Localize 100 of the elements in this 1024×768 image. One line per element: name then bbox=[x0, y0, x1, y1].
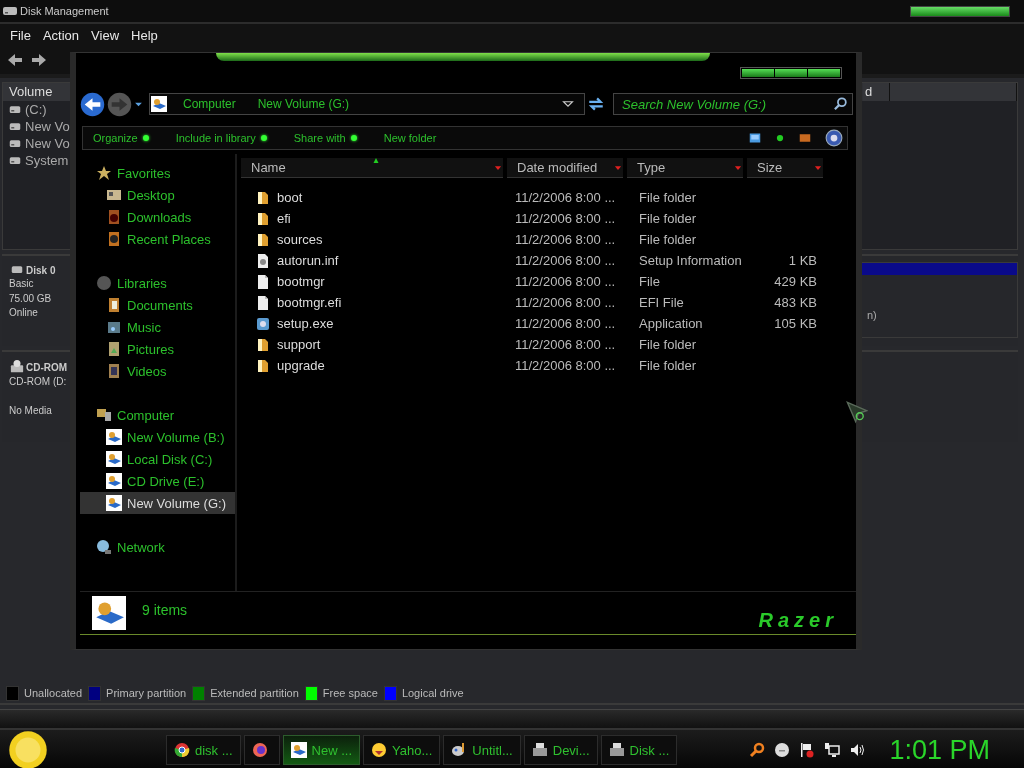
nav-item[interactable]: Videos bbox=[80, 360, 235, 382]
sort-arrow-icon bbox=[372, 158, 380, 163]
refresh-icon[interactable] bbox=[587, 95, 605, 113]
command-button[interactable]: Organize bbox=[93, 132, 149, 144]
column-header[interactable]: Name bbox=[241, 158, 503, 178]
file-name[interactable]: support bbox=[277, 337, 321, 352]
maximize-button[interactable] bbox=[775, 69, 807, 77]
forward-arrow-icon[interactable] bbox=[30, 52, 48, 68]
dropdown-icon[interactable] bbox=[562, 98, 574, 110]
drive-icon bbox=[106, 473, 122, 489]
back-arrow-icon[interactable] bbox=[6, 52, 24, 68]
nav-item[interactable]: Desktop bbox=[80, 184, 235, 206]
nav-item[interactable]: Computer bbox=[80, 404, 235, 426]
emoticon-icon[interactable] bbox=[774, 742, 791, 758]
logo: Razer bbox=[758, 609, 838, 632]
disk-drive-icon bbox=[9, 264, 25, 276]
search-icon[interactable] bbox=[834, 97, 848, 111]
taskbar-button[interactable] bbox=[243, 735, 280, 765]
command-button[interactable]: Share with bbox=[293, 132, 357, 144]
nav-item[interactable]: CD Drive (E:) bbox=[80, 470, 235, 492]
nav-item[interactable]: Documents bbox=[80, 294, 235, 316]
search-field[interactable]: Search New Volume (G:) bbox=[613, 93, 853, 115]
close-button[interactable] bbox=[808, 69, 840, 77]
computer-icon bbox=[96, 407, 112, 423]
file-name[interactable]: boot bbox=[277, 190, 303, 205]
search-icon[interactable] bbox=[749, 742, 766, 758]
type-cell: File bbox=[639, 274, 660, 289]
network-icon bbox=[96, 539, 112, 555]
disk-status: No Media bbox=[9, 404, 53, 418]
folder-icon bbox=[255, 336, 271, 353]
date-cell: 11/2/2006 8:00 ... bbox=[515, 211, 616, 226]
file-name[interactable]: upgrade bbox=[277, 358, 325, 373]
volume-name: New Vo bbox=[25, 119, 70, 134]
taskbar-button[interactable]: Disk ... bbox=[600, 735, 678, 765]
nav-item[interactable]: Pictures bbox=[80, 338, 235, 360]
date-cell: 11/2/2006 8:00 ... bbox=[515, 295, 616, 310]
column-header[interactable]: Size bbox=[747, 158, 823, 178]
nav-item[interactable]: Music bbox=[80, 316, 235, 338]
column-header[interactable]: Type bbox=[627, 158, 743, 178]
type-cell: File folder bbox=[639, 337, 697, 352]
taskbar-button[interactable]: Untitl... bbox=[443, 735, 521, 765]
browser-icon bbox=[174, 742, 190, 758]
nav-item[interactable]: Favorites bbox=[80, 162, 235, 184]
help-icon[interactable] bbox=[825, 129, 843, 147]
nav-item[interactable]: Network bbox=[80, 536, 235, 558]
date-cell: 11/2/2006 8:00 ... bbox=[515, 337, 616, 352]
nav-item[interactable]: Downloads bbox=[80, 206, 235, 228]
command-button[interactable]: New folder bbox=[383, 132, 437, 144]
preview-pane-icon[interactable] bbox=[797, 132, 813, 144]
view-icon[interactable] bbox=[747, 132, 763, 144]
drive-icon bbox=[7, 120, 23, 133]
date-cell: 11/2/2006 8:00 ... bbox=[515, 274, 616, 289]
item-count: 9 items bbox=[142, 602, 188, 618]
date-cell: 11/2/2006 8:00 ... bbox=[515, 253, 616, 268]
disk-size: 75.00 GB bbox=[9, 291, 53, 306]
legend-label: Logical drive bbox=[401, 687, 464, 699]
fox-browser-icon bbox=[251, 742, 268, 758]
taskbar-button[interactable]: Yaho... bbox=[363, 735, 441, 765]
nav-item[interactable]: Libraries bbox=[80, 272, 235, 294]
back-button-icon[interactable] bbox=[80, 91, 105, 117]
speaker-icon[interactable] bbox=[849, 742, 866, 758]
drive-icon bbox=[290, 742, 307, 758]
clock[interactable]: 1:01 PM bbox=[889, 734, 990, 766]
nav-item[interactable]: Recent Places bbox=[80, 228, 235, 250]
file-name[interactable]: sources bbox=[277, 232, 323, 247]
column-header[interactable]: Volume bbox=[3, 83, 72, 101]
window-controls[interactable] bbox=[910, 5, 1010, 17]
type-cell: File folder bbox=[639, 232, 697, 247]
taskbar-button[interactable]: New ... bbox=[282, 735, 361, 765]
menu-item[interactable]: File bbox=[4, 27, 37, 43]
menu-item[interactable]: View bbox=[85, 27, 126, 43]
folder-icon bbox=[255, 231, 271, 248]
settings-file-icon bbox=[255, 252, 271, 269]
nav-item[interactable]: New Volume (G:) bbox=[80, 492, 235, 514]
file-name[interactable]: autorun.inf bbox=[277, 253, 339, 268]
flag-icon[interactable] bbox=[799, 742, 816, 758]
breadcrumb-item[interactable]: New Volume (G:) bbox=[257, 97, 350, 111]
file-name[interactable]: bootmgr bbox=[277, 274, 325, 289]
taskbar-button[interactable]: Devi... bbox=[523, 735, 598, 765]
drive-icon bbox=[7, 154, 23, 167]
disk-type: CD-ROM (D: bbox=[9, 375, 68, 389]
command-button[interactable]: Include in library bbox=[175, 132, 267, 144]
minimize-button[interactable] bbox=[742, 69, 774, 77]
column-header[interactable]: Date modified bbox=[507, 158, 623, 178]
menu-dot-icon[interactable] bbox=[775, 133, 785, 143]
file-name[interactable]: bootmgr.efi bbox=[277, 295, 342, 310]
start-orb-icon[interactable] bbox=[8, 730, 48, 768]
music-icon bbox=[106, 319, 122, 335]
network-icon[interactable] bbox=[824, 742, 841, 758]
file-name[interactable]: efi bbox=[277, 211, 291, 226]
address-bar[interactable]: Computer New Volume (G:) bbox=[149, 93, 585, 115]
file-name[interactable]: setup.exe bbox=[277, 316, 334, 331]
menu-item[interactable]: Action bbox=[36, 27, 86, 43]
breadcrumb-item[interactable]: Computer bbox=[183, 97, 236, 111]
drive-icon bbox=[106, 451, 122, 467]
menu-item[interactable]: Help bbox=[125, 27, 164, 43]
nav-item[interactable]: New Volume (B:) bbox=[80, 426, 235, 448]
nav-item[interactable]: Local Disk (C:) bbox=[80, 448, 235, 470]
taskbar-button[interactable]: disk ... bbox=[166, 735, 241, 765]
column-header[interactable]: d bbox=[863, 83, 890, 101]
